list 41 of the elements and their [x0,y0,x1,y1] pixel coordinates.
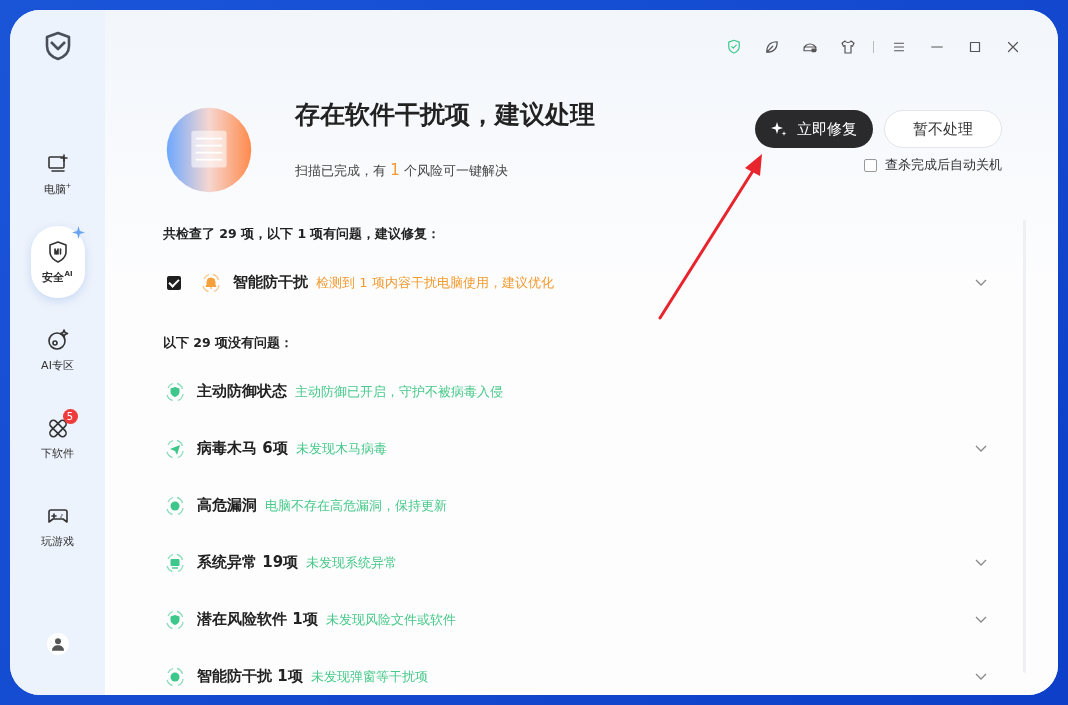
section-heading: 共检查了 29 项，以下 1 项有问题，建议修复： [163,225,442,243]
item-name: 潜在风险软件 1项 [197,610,318,629]
sidebar-item[interactable]: 电脑$^{+}$ [30,138,85,210]
sidebar-item[interactable]: 安全$^{AI}$ [30,226,85,298]
chevron-down-icon[interactable] [975,558,987,567]
sparkle-icon [71,226,85,239]
item-status: 未发现弹窗等干扰项 [310,667,428,686]
item-status: 未发现系统异常 [306,553,398,572]
sparkle-icon [771,121,787,137]
sidebar-item[interactable]: 玩游戏 [30,490,85,562]
sidebar-item[interactable]: AI专区 [30,314,85,386]
item-name: 主动防御状态 [197,382,287,401]
checkbox[interactable] [167,275,181,290]
item-name: 高危漏洞 [197,496,257,515]
chevron-down-icon[interactable] [975,615,987,624]
disc-icon [45,327,70,352]
chevron-down-icon[interactable] [975,278,987,287]
fix-now-button[interactable]: 立即修复 [755,110,873,148]
chevron-down-icon[interactable] [975,672,987,681]
item-status: 电脑不存在高危漏洞，保持更新 [265,496,447,515]
item-status: 主动防御已开启，守护不被病毒入侵 [295,382,503,401]
page-title: 存在软件干扰项，建议处理 [295,99,596,131]
shield-check-icon[interactable] [725,38,743,56]
item-status: 检测到 1 项内容干扰电脑使用，建议优化 [316,273,554,292]
item-name: 病毒木马 6项 [197,439,288,458]
leaf-icon[interactable] [763,38,781,56]
shirt-icon[interactable] [839,38,857,56]
checkbox[interactable] [864,158,877,172]
item-name: 智能防干扰 1项 [197,667,303,686]
sidebar-item[interactable]: 5 下软件 [30,402,85,474]
item-status: 未发现木马病毒 [295,439,387,458]
scan-summary: 扫描已完成，有 1 个风险可一键解决 [295,161,509,180]
skip-button[interactable]: 暂不处理 [884,110,1002,148]
item-name: 系统异常 19项 [197,553,299,572]
chevron-down-icon[interactable] [975,444,987,453]
item-status: 未发现风险文件或软件 [325,610,456,629]
user-avatar-icon[interactable] [46,633,69,655]
count-badge: 5 [62,408,78,424]
checkbox-label: 查杀完成后自动关机 [885,156,1002,174]
section-heading: 以下 29 项没有问题： [163,334,295,352]
item-name: 智能防干扰 [233,273,308,292]
